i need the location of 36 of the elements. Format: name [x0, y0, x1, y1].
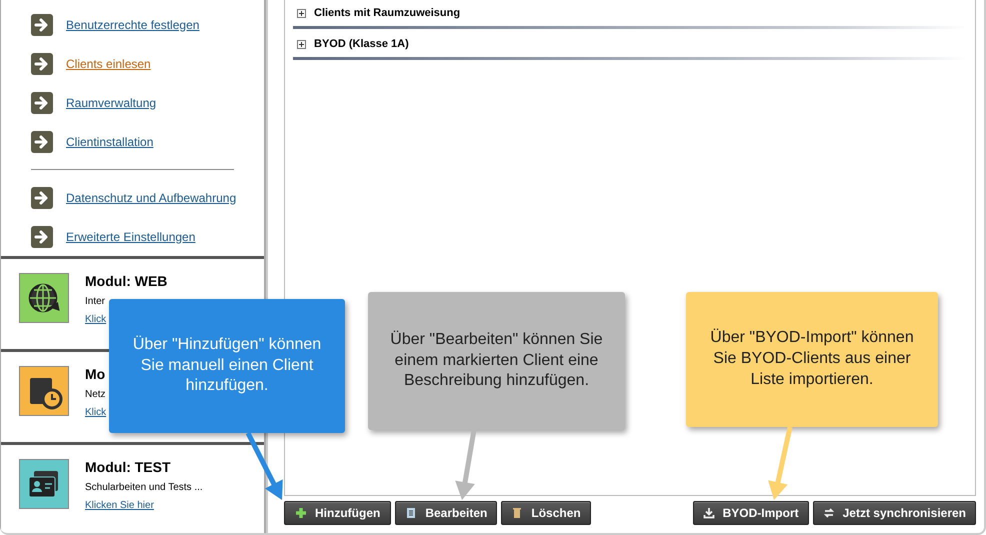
- expand-icon[interactable]: [297, 40, 306, 48]
- module-description: Netz: [85, 389, 106, 400]
- module-icon[interactable]: [19, 459, 69, 509]
- download-icon: [702, 507, 715, 519]
- nav-link[interactable]: Erweiterte Einstellungen: [66, 230, 196, 244]
- group-title[interactable]: Clients mit Raumzuweisung: [314, 7, 460, 19]
- nav-link[interactable]: Benutzerrechte festlegen: [66, 18, 200, 32]
- expand-icon[interactable]: [297, 8, 306, 18]
- module-link[interactable]: Klicken Sie hier: [85, 500, 154, 511]
- trash-icon: [511, 507, 524, 519]
- module-link[interactable]: Klick: [85, 407, 106, 418]
- module-title: Modul: TEST: [85, 459, 172, 475]
- nav-link[interactable]: Clientinstallation: [66, 134, 154, 148]
- toolbar-button[interactable]: Hinzufügen: [284, 501, 392, 525]
- module-description: Schularbeiten und Tests ...: [85, 482, 203, 493]
- group-title[interactable]: BYOD (Klasse 1A): [314, 38, 409, 50]
- nav-link[interactable]: Datenschutz und Aufbewahrung: [66, 190, 236, 204]
- toolbar-button[interactable]: BYOD-Import: [692, 501, 809, 525]
- callout: Über "Bearbeiten" können Sie einem markierten Client eine Beschreibung hinzufügen.: [368, 292, 625, 430]
- clipboard-icon: [405, 507, 418, 519]
- sync-icon: [822, 507, 835, 519]
- callout-arrow: [246, 432, 283, 500]
- plus-icon: [295, 507, 307, 519]
- toolbar-button[interactable]: Löschen: [501, 501, 591, 525]
- module-title: Mo: [85, 366, 106, 382]
- nav-link[interactable]: Raumverwaltung: [66, 96, 156, 110]
- module-link[interactable]: Klick: [85, 314, 106, 325]
- toolbar-button[interactable]: Jetzt synchronisieren: [812, 501, 976, 525]
- module-title: Modul: WEB: [85, 273, 168, 289]
- module-description: Inter: [85, 296, 106, 307]
- module-icon[interactable]: [19, 273, 69, 323]
- module-icon[interactable]: [19, 366, 69, 416]
- toolbar-button[interactable]: Bearbeiten: [395, 501, 498, 525]
- callout: Über "Hinzufügen" können Sie manuell einen Client hinzufügen.: [109, 299, 345, 433]
- nav-link[interactable]: Clients einlesen: [66, 56, 151, 70]
- callout: Über "BYOD-Import" können Sie BYOD-Clients aus einer Liste importieren.: [686, 292, 938, 427]
